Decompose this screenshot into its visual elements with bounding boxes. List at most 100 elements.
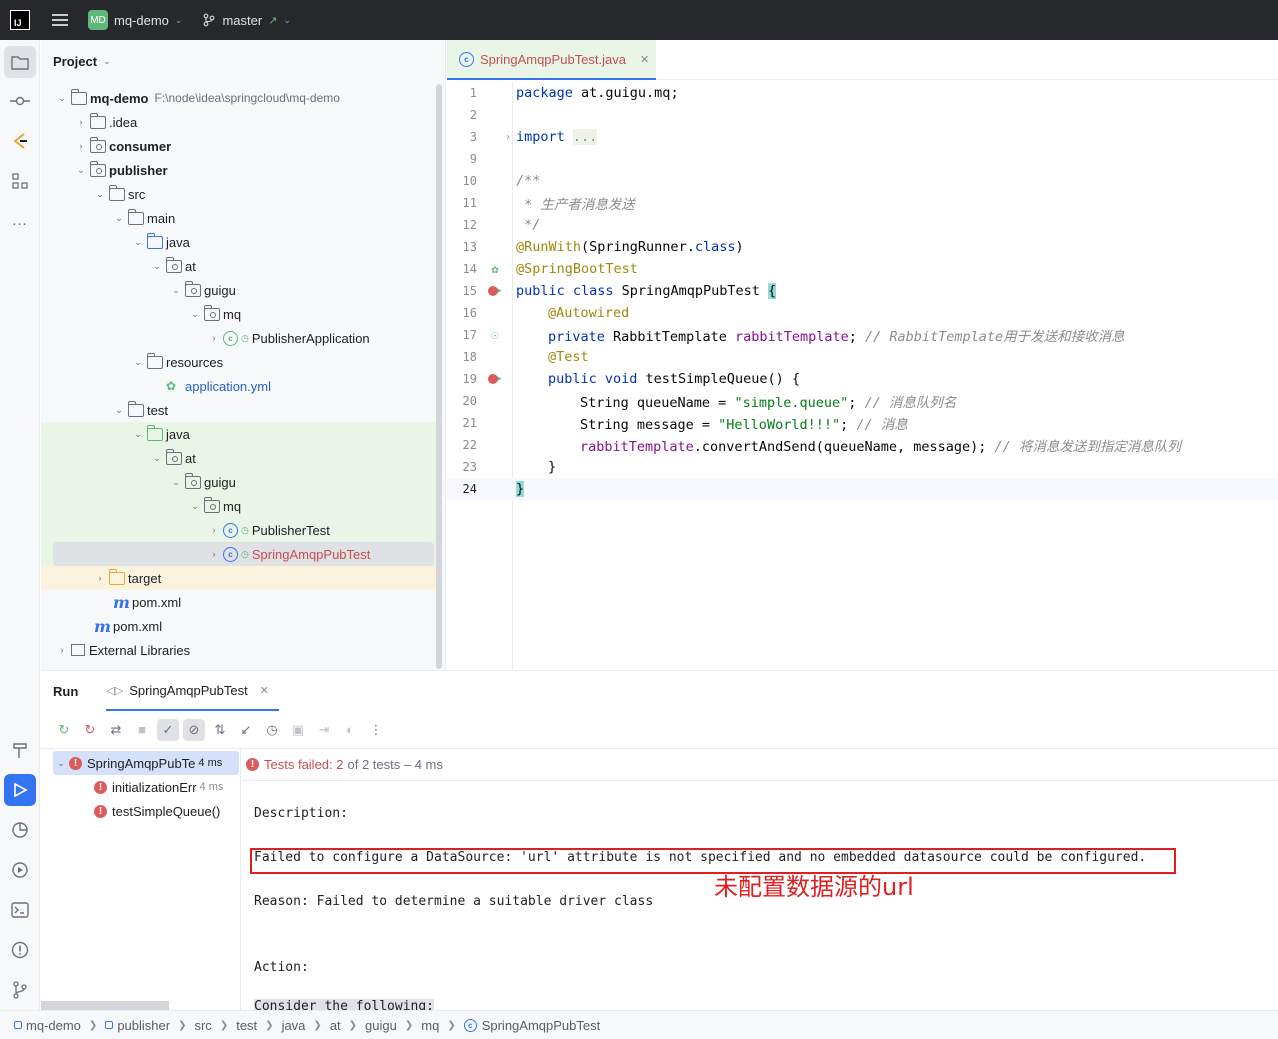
code-line[interactable]: 1 package at.guigu.mq; [447, 82, 1278, 104]
run-config-tab[interactable]: ◁▷ SpringAmqpPubTest ✕ [106, 671, 279, 711]
tree-item-src[interactable]: ⌄ src [41, 182, 436, 206]
coverage-icon[interactable]: ◐ [339, 719, 361, 741]
chevron-down-icon[interactable]: ⌄ [150, 261, 164, 272]
tree-item-resources[interactable]: ⌄ resources [41, 350, 436, 374]
chevron-right-icon[interactable]: › [207, 549, 221, 559]
autowired-gutter-icon[interactable]: ☉ [491, 328, 498, 342]
vcs-branch-switcher[interactable]: master ↗ ⌄ [202, 13, 291, 28]
history-icon[interactable]: ◷ [261, 719, 283, 741]
import-icon[interactable]: ⇥ [313, 719, 335, 741]
breadcrumb-at[interactable]: at [330, 1018, 341, 1033]
terminal-tool-button[interactable] [4, 894, 36, 926]
close-icon[interactable]: ✕ [260, 684, 269, 697]
tree-item-guigu[interactable]: ⌄ guigu [41, 278, 436, 302]
code-line[interactable]: 20 String queueName = "simple.queue"; //… [447, 390, 1278, 412]
code-line[interactable]: 18 @Test [447, 346, 1278, 368]
more-tools-button[interactable]: … [4, 205, 36, 237]
tree-item-publisher-test[interactable]: › c ◷ PublisherTest [41, 518, 436, 542]
breadcrumb-mq-demo[interactable]: mq-demo [14, 1018, 81, 1033]
tree-item-consumer[interactable]: › consumer [41, 134, 436, 158]
tree-item-spring-amqp-pub-test[interactable]: › c ◷ SpringAmqpPubTest [53, 542, 434, 566]
chevron-down-icon[interactable]: ⌄ [55, 93, 69, 104]
chevron-down-icon[interactable]: ⌄ [74, 165, 88, 176]
tree-item-mq-demo[interactable]: ⌄ mq-demo F:\node\idea\springcloud\mq-de… [41, 86, 436, 110]
chevron-down-icon[interactable]: ⌄ [112, 405, 126, 416]
tree-item-publisher-pom[interactable]: m pom.xml [41, 590, 436, 614]
tree-item-at[interactable]: ⌄ at [41, 254, 436, 278]
breadcrumb-java[interactable]: java [282, 1018, 306, 1033]
tree-item-publisher[interactable]: ⌄ publisher [41, 158, 436, 182]
tree-item-root-pom[interactable]: m pom.xml [41, 614, 436, 638]
tree-item-test-java[interactable]: ⌄ java [41, 422, 436, 446]
chevron-right-icon[interactable]: › [93, 573, 107, 583]
show-passed-icon[interactable]: ✓ [157, 718, 179, 741]
toggle-auto-test-icon[interactable]: ⇄ [105, 719, 127, 741]
code-line-current[interactable]: 24 } [447, 478, 1278, 500]
spring-bean-gutter-icon[interactable]: ✿ [491, 262, 498, 276]
code-line[interactable]: 17 ☉ private RabbitTemplate rabbitTemplat… [447, 324, 1278, 346]
tree-item-test-at[interactable]: ⌄ at [41, 446, 436, 470]
code-line[interactable]: 12 */ [447, 214, 1278, 236]
git-tool-button[interactable] [4, 974, 36, 1006]
chevron-right-icon[interactable]: › [207, 525, 221, 535]
collapse-icon[interactable]: ↙ [235, 719, 257, 741]
tree-item-application-yml[interactable]: ✿ application.yml [41, 374, 436, 398]
code-line[interactable]: 10 /** [447, 170, 1278, 192]
code-line[interactable]: 15 ▶ public class SpringAmqpPubTest { [447, 280, 1278, 302]
chevron-right-icon[interactable]: › [55, 645, 69, 655]
fold-chevron-icon[interactable]: › [477, 132, 513, 143]
code-line[interactable]: 21 String message = "HelloWorld!!!"; // … [447, 412, 1278, 434]
chevron-down-icon[interactable]: ⌄ [188, 309, 202, 320]
tree-item-test[interactable]: ⌄ test [41, 398, 436, 422]
chevron-right-icon[interactable]: › [207, 333, 221, 343]
main-menu-icon[interactable] [52, 14, 68, 26]
project-switcher[interactable]: MD mq-demo ⌄ [88, 10, 182, 30]
chevron-down-icon[interactable]: ⌄ [53, 758, 69, 769]
tree-item-publisher-application[interactable]: › c ◷ PublisherApplication [41, 326, 436, 350]
test-console[interactable]: ! Tests failed: 2 of 2 tests – 4 ms Desc… [242, 749, 1278, 1011]
tree-item-main[interactable]: ⌄ main [41, 206, 436, 230]
code-line[interactable]: 22 rabbitTemplate.convertAndSend(queueNa… [447, 434, 1278, 456]
code-line[interactable]: 16 @Autowired [447, 302, 1278, 324]
breadcrumb-mq[interactable]: mq [421, 1018, 439, 1033]
code-line[interactable]: 3 › import ... [447, 126, 1278, 148]
rerun-icon[interactable]: ↻ [53, 719, 75, 741]
tree-item-mq[interactable]: ⌄ mq [41, 302, 436, 326]
code-line[interactable]: 14 ✿ @SpringBootTest [447, 258, 1278, 280]
close-icon[interactable]: ✕ [640, 53, 649, 66]
code-line[interactable]: 2 [447, 104, 1278, 126]
more-vertical-icon[interactable]: ⋮ [365, 719, 387, 741]
camera-icon[interactable]: ▣ [287, 719, 309, 741]
chevron-down-icon[interactable]: ⌄ [188, 501, 202, 512]
tree-item-target[interactable]: › target [41, 566, 436, 590]
editor-tab-spring-amqp-pub-test[interactable]: c SpringAmqpPubTest.java ✕ [447, 40, 656, 80]
tree-item-external-libraries[interactable]: › External Libraries [41, 638, 436, 662]
intellij-logo-icon[interactable]: IJ [10, 10, 30, 30]
code-line[interactable]: 23 } [447, 456, 1278, 478]
chevron-right-icon[interactable]: › [74, 141, 88, 151]
tree-item-test-mq[interactable]: ⌄ mq [41, 494, 436, 518]
test-node[interactable]: ! initializationErr 4 ms [94, 775, 223, 799]
profiler-tool-button[interactable] [4, 814, 36, 846]
tree-item-test-guigu[interactable]: ⌄ guigu [41, 470, 436, 494]
chevron-down-icon[interactable]: ⌄ [112, 213, 126, 224]
folded-imports[interactable]: ... [572, 129, 598, 145]
code-line[interactable]: 9 [447, 148, 1278, 170]
breadcrumb-test[interactable]: test [236, 1018, 257, 1033]
code-line[interactable]: 13 @RunWith(SpringRunner.class) [447, 236, 1278, 258]
breadcrumb-guigu[interactable]: guigu [365, 1018, 397, 1033]
tree-item-idea[interactable]: › .idea [41, 110, 436, 134]
services-tool-button[interactable] [4, 854, 36, 886]
sort-icon[interactable]: ⇅ [209, 719, 231, 741]
project-tool-button[interactable] [4, 46, 36, 78]
test-node-root[interactable]: ⌄ ! SpringAmqpPubTe 4 ms [53, 751, 239, 775]
stop-icon[interactable]: ■ [131, 719, 153, 741]
chevron-down-icon[interactable]: ⌄ [131, 357, 145, 368]
build-tool-button[interactable] [4, 734, 36, 766]
plugin-tool-button[interactable] [4, 125, 36, 157]
run-tool-button[interactable] [4, 774, 36, 806]
chevron-down-icon[interactable]: ⌄ [131, 429, 145, 440]
breadcrumb-publisher[interactable]: publisher [105, 1018, 170, 1033]
show-ignored-icon[interactable]: ⊘ [183, 718, 205, 741]
chevron-down-icon[interactable]: ⌄ [93, 189, 107, 200]
